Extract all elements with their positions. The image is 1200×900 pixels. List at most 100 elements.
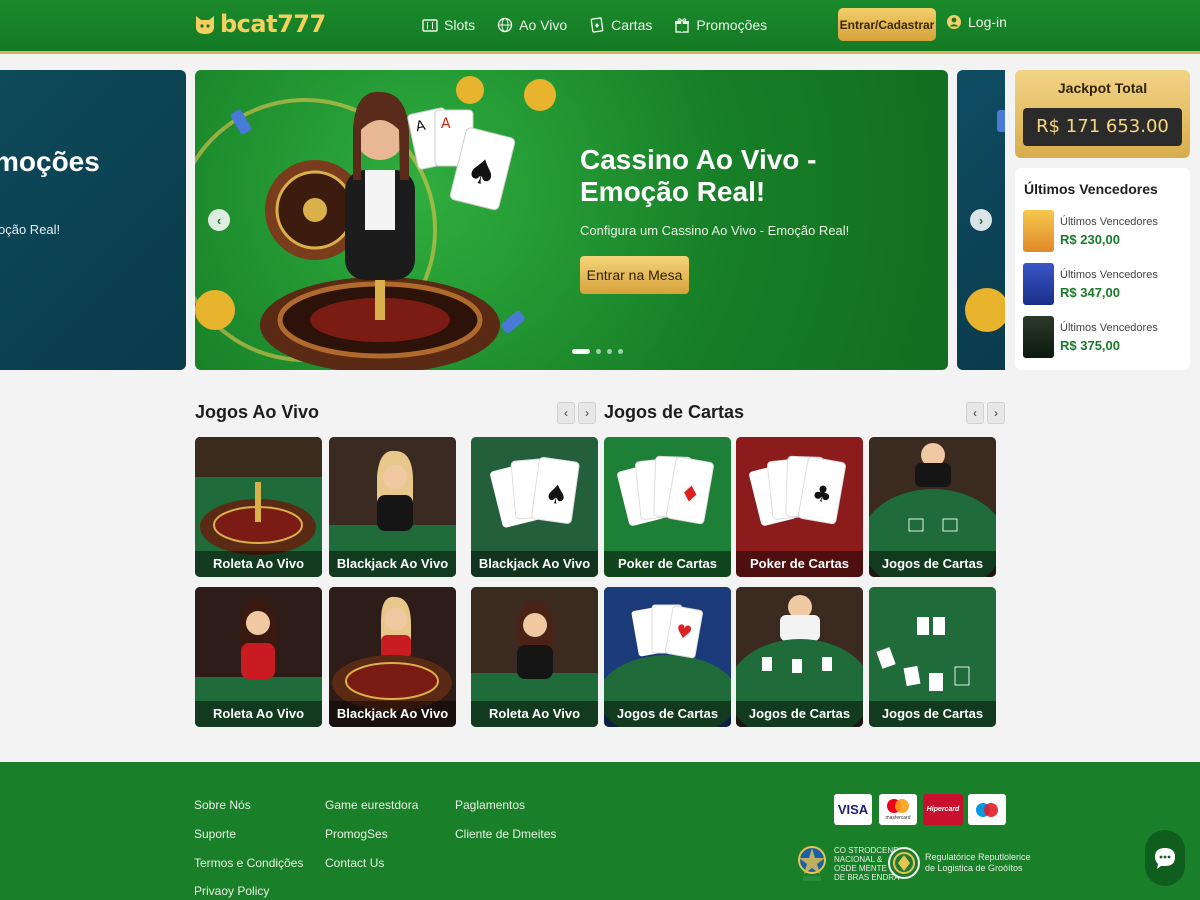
footer-link-client[interactable]: Cliente de Dmeites <box>455 827 556 841</box>
footer-link-promotions[interactable]: PromogSes <box>325 827 388 841</box>
winner-game-thumb <box>1023 210 1054 252</box>
carousel-dot-3[interactable] <box>607 349 612 354</box>
carousel-dot-2[interactable] <box>596 349 601 354</box>
regulator-text-2: Regulatórice Reputlolerice de Logistica … <box>925 852 1031 874</box>
cat-logo-icon <box>196 16 214 34</box>
visa-logo-text: VISA <box>837 802 869 817</box>
game-card[interactable]: Jogos de Cartas <box>869 587 996 727</box>
chat-bubble-icon <box>1155 848 1175 869</box>
game-card[interactable]: Roleta Ao Vivo <box>195 437 322 577</box>
game-card[interactable]: Blackjack Ao Vivo <box>329 587 456 727</box>
hero-subtitle: Configura um Cassino Ao Vivo - Emoção Re… <box>580 223 850 238</box>
card-games-title: Jogos de Cartas <box>604 402 745 422</box>
live-games-title: Jogos Ao Vivo <box>195 402 320 422</box>
chevron-left-icon: ‹ <box>564 406 568 420</box>
chevron-right-icon: › <box>978 212 984 228</box>
live-games-next-button[interactable]: › <box>578 402 596 424</box>
chevron-left-icon: ‹ <box>216 212 222 228</box>
game-card-caption: Roleta Ao Vivo <box>471 701 598 727</box>
footer-link-privacy[interactable]: Privaoy Policy <box>194 884 269 898</box>
carousel-prev-button[interactable]: ‹ <box>208 209 230 231</box>
regulator-badge-icon <box>888 847 920 879</box>
footer-link-contact[interactable]: Contact Us <box>325 856 384 870</box>
hipercard-logo-text: Hipercard <box>926 806 960 813</box>
chat-button[interactable] <box>1145 830 1185 886</box>
game-card-caption: Blackjack Ao Vivo <box>329 701 456 727</box>
carousel-next-button[interactable]: › <box>970 209 992 231</box>
game-card[interactable]: Blackjack Ao Vivo <box>329 437 456 577</box>
globe-icon <box>497 17 513 33</box>
maestro-icon <box>976 802 998 817</box>
nav-ao-vivo[interactable]: Ao Vivo <box>497 17 567 33</box>
winner-item[interactable]: Últimos Vencedores R$ 230,00 <box>1023 210 1158 252</box>
winners-title: Últimos Vencedores <box>1024 181 1158 197</box>
game-card[interactable]: ♣ Poker de Cartas <box>736 437 863 577</box>
mastercard-logo: mastercard <box>879 794 917 825</box>
footer-link-support[interactable]: Suporte <box>194 827 236 841</box>
game-card[interactable]: Roleta Ao Vivo <box>195 587 322 727</box>
game-card-caption: Roleta Ao Vivo <box>195 701 322 727</box>
enter-table-button[interactable]: Entrar na Mesa <box>580 256 689 294</box>
recent-winners-panel: Últimos Vencedores Últimos Vencedores R$… <box>1015 168 1190 370</box>
game-card-caption: Jogos de Cartas <box>869 701 996 727</box>
winner-amount: R$ 347,00 <box>1060 284 1120 300</box>
chevron-right-icon: › <box>585 406 589 420</box>
game-card[interactable]: Jogos de Cartas <box>869 437 996 577</box>
card-games-prev-button[interactable]: ‹ <box>966 402 984 424</box>
game-card[interactable]: ♠ Blackjack Ao Vivo <box>471 437 598 577</box>
chevron-left-icon: ‹ <box>973 406 977 420</box>
game-card-caption: Poker de Cartas <box>736 551 863 577</box>
maestro-logo <box>968 794 1006 825</box>
nav-promocoes[interactable]: Promoções <box>674 17 767 33</box>
carousel-slide-active[interactable]: A A ♠ Cassino Ao Vivo - Emoção Real! Con… <box>195 70 948 370</box>
jackpot-label: Jackpot Total <box>1057 80 1148 96</box>
footer-link-terms[interactable]: Termos e Condições <box>194 856 303 870</box>
game-card-caption: Roleta Ao Vivo <box>195 551 322 577</box>
footer-link-about[interactable]: Sobre Nós <box>194 798 251 812</box>
game-card-caption: Blackjack Ao Vivo <box>471 551 598 577</box>
nav-promocoes-label: Promoções <box>696 17 768 33</box>
carousel-slide-next[interactable]: › <box>957 70 1005 370</box>
visa-logo: VISA <box>834 794 872 825</box>
nav-slots-label: Slots <box>444 17 476 33</box>
login-label: Log-in <box>968 14 1007 30</box>
card-games-next-button[interactable]: › <box>987 402 1005 424</box>
winner-label: Últimos Vencedores <box>1060 321 1158 334</box>
hipercard-logo: Hipercard <box>923 794 963 825</box>
winner-amount: R$ 230,00 <box>1060 231 1120 247</box>
game-card[interactable]: Jogos de Cartas <box>736 587 863 727</box>
footer-link-game-provider[interactable]: Game eurestdora <box>325 798 418 812</box>
winner-game-thumb <box>1023 263 1054 305</box>
gift-icon <box>675 18 690 33</box>
game-card[interactable]: Roleta Ao Vivo <box>471 587 598 727</box>
jackpot-panel: Jackpot Total R$ 171 653.00 <box>1015 70 1190 158</box>
nav-cartas-label: Cartas <box>611 17 653 33</box>
footer <box>0 762 1200 900</box>
footer-link-payments[interactable]: Paglamentos <box>455 798 525 812</box>
game-card[interactable]: ♦ Poker de Cartas <box>604 437 731 577</box>
mastercard-icon <box>887 799 909 813</box>
carousel-dot-1[interactable] <box>572 349 590 354</box>
hero-dealer-illustration: A A ♠ <box>195 76 556 370</box>
login-link[interactable]: Log-in <box>946 14 1007 30</box>
carousel-slide-previous[interactable]: moções oção Real! <box>0 70 186 370</box>
winner-item[interactable]: Últimos Vencedores R$ 375,00 <box>1023 316 1158 358</box>
live-games-prev-button[interactable]: ‹ <box>557 402 575 424</box>
nav-slots[interactable]: Slots <box>422 17 475 33</box>
register-button[interactable]: Entrar/Cadastrar <box>838 8 936 41</box>
carousel-dot-4[interactable] <box>618 349 623 354</box>
card-icon <box>590 17 604 33</box>
winner-item[interactable]: Últimos Vencedores R$ 347,00 <box>1023 263 1158 305</box>
regulator-line: Regulatórice Reputlolerice <box>925 852 1031 862</box>
nav-cartas[interactable]: Cartas <box>589 17 652 33</box>
game-card-caption: Blackjack Ao Vivo <box>329 551 456 577</box>
winner-amount: R$ 375,00 <box>1060 337 1120 353</box>
logo[interactable]: bcat777 <box>194 10 326 38</box>
game-card[interactable]: ♥ Jogos de Cartas <box>604 587 731 727</box>
government-seal-icon <box>798 846 826 881</box>
user-icon <box>947 15 961 29</box>
game-card-caption: Jogos de Cartas <box>869 551 996 577</box>
game-card-caption: Jogos de Cartas <box>604 701 731 727</box>
hero-title: Cassino Ao Vivo - Emoção Real! <box>580 144 817 207</box>
regulator-line: de Logistica de Groóítos <box>925 863 1023 873</box>
